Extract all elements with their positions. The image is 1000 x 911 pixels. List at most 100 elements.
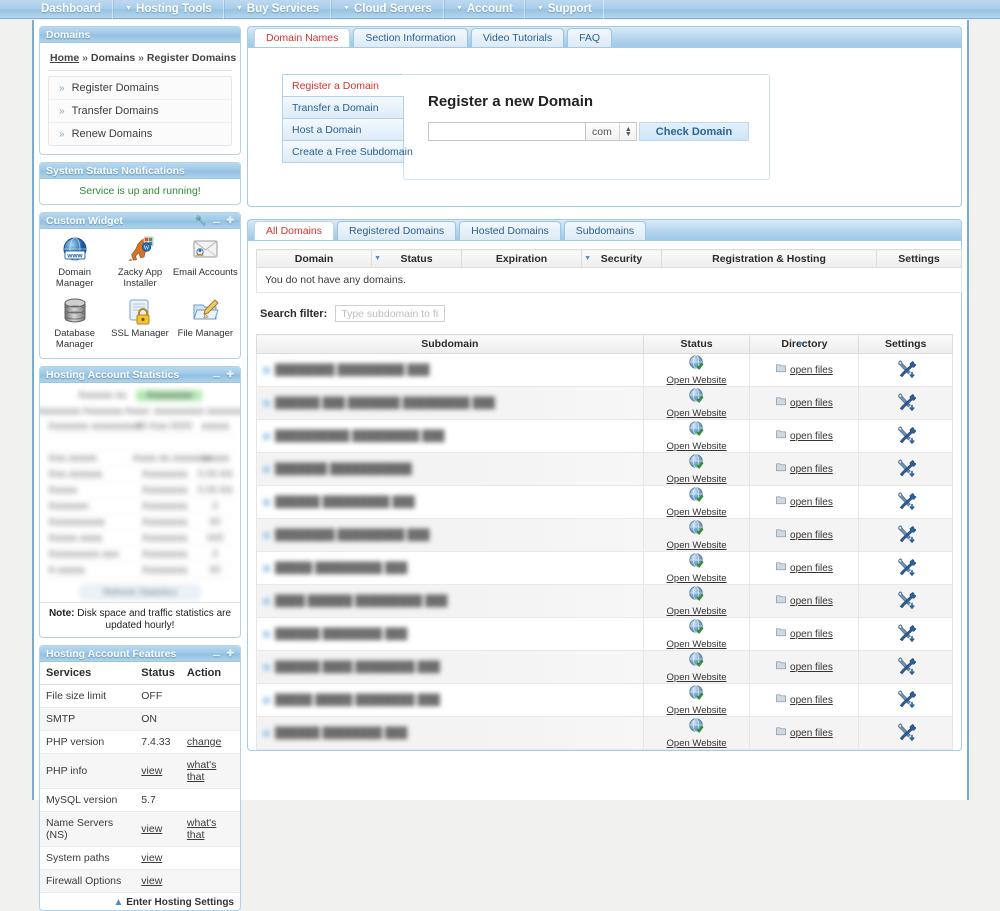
open-files-link[interactable]: open files — [756, 364, 852, 376]
open-website-link[interactable]: Open Website — [650, 619, 744, 650]
widget-tile-ssl-manager[interactable]: SSL Manager — [107, 296, 172, 350]
tools-settings-icon[interactable] — [896, 732, 916, 744]
open-website-link[interactable]: Open Website — [650, 586, 744, 617]
features-cell-action[interactable]: what's that — [181, 812, 240, 847]
open-files-link[interactable]: open files — [756, 463, 852, 475]
subdomain-status-cell[interactable]: Open Website — [643, 618, 750, 651]
open-website-link[interactable]: Open Website — [650, 685, 744, 716]
subdomain-directory-cell[interactable]: open files — [750, 651, 859, 684]
subdomain-settings-cell[interactable] — [859, 486, 953, 519]
open-files-link[interactable]: open files — [756, 661, 852, 673]
tools-settings-icon[interactable] — [896, 534, 916, 546]
widget-tile-database-manager[interactable]: Database Manager — [42, 296, 107, 350]
subdomain-status-cell[interactable]: Open Website — [643, 585, 750, 618]
open-website-link[interactable]: Open Website — [650, 454, 744, 485]
subdomain-settings-cell[interactable] — [859, 354, 953, 387]
side-button-host-a-domain[interactable]: Host a Domain — [282, 118, 404, 141]
tools-settings-icon[interactable] — [896, 633, 916, 645]
sort-caret-icon[interactable]: ▼ — [374, 255, 381, 262]
subdomain-status-cell[interactable]: Open Website — [643, 552, 750, 585]
enter-hosting-settings-link[interactable]: ▲ Enter Hosting Settings — [114, 897, 234, 908]
refresh-statistics-button[interactable]: Refresh Statistics — [80, 585, 200, 600]
tools-settings-icon[interactable] — [896, 402, 916, 414]
subdomain-directory-cell[interactable]: open files — [750, 420, 859, 453]
sidebar-item-register-domains[interactable]: » Register Domains — [49, 77, 231, 100]
subdomain-directory-cell[interactable]: open files — [750, 684, 859, 717]
open-files-link[interactable]: open files — [756, 628, 852, 640]
tab-hosted-domains[interactable]: Hosted Domains — [459, 221, 561, 240]
subdomain-status-cell[interactable]: Open Website — [643, 651, 750, 684]
nav-item-dashboard[interactable]: Dashboard — [30, 0, 113, 19]
features-link-status[interactable]: view — [141, 765, 162, 777]
sort-caret-icon[interactable]: ▼ — [584, 255, 591, 262]
open-files-link[interactable]: open files — [756, 496, 852, 508]
subdomain-status-cell[interactable]: Open Website — [643, 420, 750, 453]
widget-tile-zacky-app-installer[interactable]: W Zacky App Installer — [107, 235, 172, 289]
tab-subdomains[interactable]: Subdomains — [564, 221, 646, 240]
subdomain-status-cell[interactable]: Open Website — [643, 387, 750, 420]
open-files-link[interactable]: open files — [756, 430, 852, 442]
subdomain-settings-cell[interactable] — [859, 618, 953, 651]
nav-item-cloud-servers[interactable]: ▼Cloud Servers — [331, 0, 444, 19]
pin-icon[interactable]: ⚊ — [212, 370, 220, 379]
search-filter-input[interactable] — [335, 305, 445, 322]
tools-settings-icon[interactable] — [896, 567, 916, 579]
subdomain-status-cell[interactable]: Open Website — [643, 486, 750, 519]
domains-col-expiration[interactable]: Expiration▼ — [462, 250, 582, 268]
subdomain-directory-cell[interactable]: open files — [750, 486, 859, 519]
tools-settings-icon[interactable] — [896, 468, 916, 480]
domains-col-domain[interactable]: Domain▼ — [257, 250, 372, 268]
open-website-link[interactable]: Open Website — [650, 355, 744, 386]
subdomain-status-cell[interactable]: Open Website — [643, 684, 750, 717]
nav-item-buy-services[interactable]: ▼Buy Services — [224, 0, 331, 19]
widget-tile-email-accounts[interactable]: Email Accounts — [173, 235, 238, 289]
features-cell-status[interactable]: view — [135, 754, 181, 789]
subdomain-directory-cell[interactable]: open files — [750, 354, 859, 387]
subdomain-directory-cell[interactable]: open files — [750, 387, 859, 420]
tab-video-tutorials[interactable]: Video Tutorials — [471, 28, 564, 47]
nav-item-support[interactable]: ▼Support — [525, 0, 604, 19]
open-files-link[interactable]: open files — [756, 694, 852, 706]
features-cell-status[interactable]: view — [135, 847, 181, 870]
subdomain-directory-cell[interactable]: open files — [750, 717, 859, 750]
features-cell-action[interactable]: what's that — [181, 754, 240, 789]
side-button-transfer-a-domain[interactable]: Transfer a Domain — [282, 96, 404, 119]
sort-caret-icon[interactable]: ▼ — [797, 341, 804, 348]
features-cell-status[interactable]: view — [135, 870, 181, 893]
features-cell-status[interactable]: view — [135, 812, 181, 847]
features-cell-action[interactable]: change — [181, 731, 240, 754]
move-icon[interactable]: ✚ — [226, 216, 234, 225]
move-icon[interactable]: ✚ — [226, 370, 234, 379]
tools-settings-icon[interactable] — [896, 501, 916, 513]
open-website-link[interactable]: Open Website — [650, 487, 744, 518]
subdomain-settings-cell[interactable] — [859, 420, 953, 453]
open-files-link[interactable]: open files — [756, 529, 852, 541]
nav-item-account[interactable]: ▼Account — [444, 0, 525, 19]
subdomain-settings-cell[interactable] — [859, 552, 953, 585]
open-website-link[interactable]: Open Website — [650, 520, 744, 551]
open-website-link[interactable]: Open Website — [650, 718, 744, 749]
features-link-status[interactable]: view — [141, 875, 162, 887]
subdomain-settings-cell[interactable] — [859, 519, 953, 552]
side-button-register-a-domain[interactable]: Register a Domain — [282, 74, 404, 97]
features-link-status[interactable]: view — [141, 823, 162, 835]
tools-settings-icon[interactable] — [896, 435, 916, 447]
wrench-icon[interactable]: 🔧 — [195, 216, 206, 225]
widget-tile-domain-manager[interactable]: www Domain Manager — [42, 235, 107, 289]
subdomain-directory-cell[interactable]: open files — [750, 585, 859, 618]
features-link-status[interactable]: view — [141, 852, 162, 864]
tab-registered-domains[interactable]: Registered Domains — [337, 221, 456, 240]
subdomain-status-cell[interactable]: Open Website — [643, 354, 750, 387]
widget-tile-file-manager[interactable]: File Manager — [173, 296, 238, 350]
domain-name-input[interactable] — [428, 122, 585, 141]
open-files-link[interactable]: open files — [756, 595, 852, 607]
subdomain-directory-cell[interactable]: open files — [750, 453, 859, 486]
features-link-action[interactable]: change — [187, 736, 221, 748]
open-files-link[interactable]: open files — [756, 727, 852, 739]
subdomain-settings-cell[interactable] — [859, 387, 953, 420]
tab-faq[interactable]: FAQ — [567, 28, 612, 47]
breadcrumb-home-link[interactable]: Home — [50, 52, 79, 64]
tools-settings-icon[interactable] — [896, 666, 916, 678]
pin-icon[interactable]: ⚊ — [212, 216, 220, 225]
subdomain-status-cell[interactable]: Open Website — [643, 453, 750, 486]
